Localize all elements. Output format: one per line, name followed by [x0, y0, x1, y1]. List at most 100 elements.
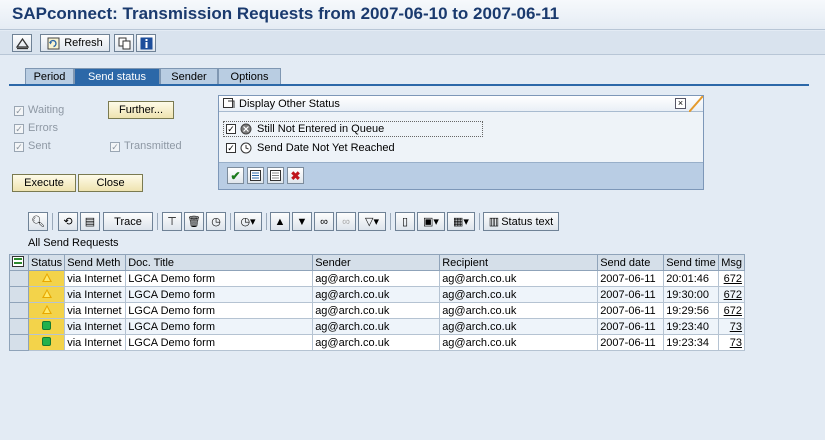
status-cell	[27, 318, 66, 335]
execute-button[interactable]: Execute	[12, 174, 76, 192]
confirm-button[interactable]: ✔	[227, 167, 244, 184]
sender-cell: ag@arch.co.uk	[312, 286, 441, 303]
send-time-cell: 19:23:40	[663, 318, 720, 335]
trace-button[interactable]: Trace	[103, 212, 153, 231]
copy-button[interactable]	[114, 34, 134, 52]
column-header-msg[interactable]: Msg	[718, 254, 745, 271]
row-selector[interactable]	[9, 334, 29, 351]
send-date-cell: 2007-06-11	[597, 318, 665, 335]
tab-sender[interactable]: Sender	[160, 68, 218, 85]
column-header-send-time[interactable]: Send time	[663, 254, 720, 271]
select-all-button[interactable]	[247, 167, 264, 184]
close-button[interactable]: Close	[78, 174, 143, 192]
row-selector[interactable]	[9, 318, 29, 335]
msg-link[interactable]: 672	[718, 270, 745, 287]
print-preview-button[interactable]: ▯	[395, 212, 415, 231]
send-date-cell: 2007-06-11	[597, 334, 665, 351]
column-header-doc-title[interactable]: Doc. Title	[125, 254, 314, 271]
row-selector[interactable]	[9, 270, 29, 287]
table-row[interactable]: via Internet LGCA Demo form ag@arch.co.uk a…	[9, 302, 745, 319]
dialog-header: Display Other Status ×	[219, 96, 703, 112]
warning-triangle-icon	[41, 304, 52, 314]
refresh-button[interactable]: Refresh	[40, 34, 110, 52]
select-all-rows-icon[interactable]	[9, 254, 29, 271]
copy-icon	[118, 37, 130, 49]
msg-link[interactable]: 73	[718, 318, 745, 335]
warning-triangle-icon	[41, 288, 52, 298]
set-filter-button[interactable]: ▽▾	[358, 212, 386, 231]
column-header-sender[interactable]: Sender	[312, 254, 441, 271]
tab-options[interactable]: Options	[218, 68, 281, 85]
cancel-button[interactable]: ✖	[287, 167, 304, 184]
recipient-cell: ag@arch.co.uk	[439, 302, 599, 319]
sender-cell: ag@arch.co.uk	[312, 334, 441, 351]
send-method-cell: via Internet	[64, 270, 127, 287]
sent-checkbox[interactable]: ✓	[14, 142, 24, 152]
details-button[interactable]: 🔍︎	[28, 212, 48, 231]
column-header-status[interactable]: Status	[27, 254, 66, 271]
status-text-label: Status text	[501, 215, 554, 228]
send-method-cell: via Internet	[64, 286, 127, 303]
display-layout-icon	[15, 37, 29, 49]
tab-send-status[interactable]: Send status	[74, 68, 160, 85]
resend-button[interactable]: ⊤	[162, 212, 182, 231]
row-selector[interactable]	[9, 286, 29, 303]
status-cell	[27, 302, 66, 319]
table-row[interactable]: via Internet LGCA Demo form ag@arch.co.uk a…	[9, 270, 745, 287]
binoculars-next-icon: ∞	[342, 215, 350, 228]
send-time-cell: 20:01:46	[663, 270, 720, 287]
layout-icon-button[interactable]	[12, 34, 32, 52]
send-time-cell: 19:30:00	[663, 286, 720, 303]
recipient-cell: ag@arch.co.uk	[439, 334, 599, 351]
refresh-list-button[interactable]: ⟲	[58, 212, 78, 231]
msg-link[interactable]: 73	[718, 334, 745, 351]
tab-period[interactable]: Period	[25, 68, 74, 85]
printer-icon: ▤	[84, 216, 96, 228]
send-date-checkbox[interactable]: ✓	[226, 143, 236, 153]
errors-checkbox[interactable]: ✓	[14, 124, 24, 134]
magnifier-icon: 🔍︎	[31, 216, 45, 228]
waiting-checkbox[interactable]: ✓	[14, 106, 24, 116]
transmitted-checkbox[interactable]: ✓	[110, 142, 120, 152]
doc-title-cell: LGCA Demo form	[125, 334, 314, 351]
schedule-button[interactable]: ◷▾	[234, 212, 262, 231]
msg-link[interactable]: 672	[718, 286, 745, 303]
history-button[interactable]: ◷	[206, 212, 226, 231]
schedule-dropdown-icon: ◷▾	[240, 216, 256, 228]
green-status-icon	[42, 320, 52, 330]
delete-button[interactable]: 🗑︎	[184, 212, 204, 231]
table-row[interactable]: via Internet LGCA Demo form ag@arch.co.uk a…	[9, 318, 745, 335]
find-button[interactable]: ∞	[314, 212, 334, 231]
info-icon	[140, 37, 152, 49]
msg-link[interactable]: 672	[718, 302, 745, 319]
table-row[interactable]: via Internet LGCA Demo form ag@arch.co.uk a…	[9, 334, 745, 351]
send-method-cell: via Internet	[64, 302, 127, 319]
binoculars-icon: ∞	[320, 215, 328, 228]
find-next-button[interactable]: ∞	[336, 212, 356, 231]
not-in-queue-checkbox[interactable]: ✓	[226, 124, 236, 134]
column-header-recipient[interactable]: Recipient	[439, 254, 599, 271]
transmitted-label: Transmitted	[124, 140, 182, 152]
dialog-close-icon[interactable]: ×	[675, 98, 686, 109]
info-button[interactable]	[136, 34, 156, 52]
further-button[interactable]: Further...	[108, 101, 174, 119]
clock-icon: ◷	[211, 216, 221, 228]
print-button[interactable]: ▤	[80, 212, 100, 231]
sort-button[interactable]: ▲	[270, 212, 290, 231]
deselect-all-button[interactable]	[267, 167, 284, 184]
column-header-send-date[interactable]: Send date	[597, 254, 665, 271]
export-button[interactable]: ▣▾	[417, 212, 445, 231]
deselect-all-icon	[270, 170, 281, 181]
filter-button[interactable]: ▼	[292, 212, 312, 231]
row-selector[interactable]	[9, 302, 29, 319]
status-text-button[interactable]: ▥ Status text	[483, 212, 559, 231]
table-row[interactable]: via Internet LGCA Demo form ag@arch.co.uk a…	[9, 286, 745, 303]
send-requests-table: Status Send Meth Doc. Title Sender Recip…	[9, 254, 745, 351]
green-status-icon	[42, 336, 52, 346]
status-cell	[27, 334, 66, 351]
doc-title-cell: LGCA Demo form	[125, 302, 314, 319]
layout-button[interactable]: ▦▾	[447, 212, 475, 231]
column-header-send-method[interactable]: Send Meth	[64, 254, 127, 271]
title-bar: SAPconnect: Transmission Requests from 2…	[0, 0, 825, 30]
trash-icon: 🗑︎	[187, 216, 201, 228]
